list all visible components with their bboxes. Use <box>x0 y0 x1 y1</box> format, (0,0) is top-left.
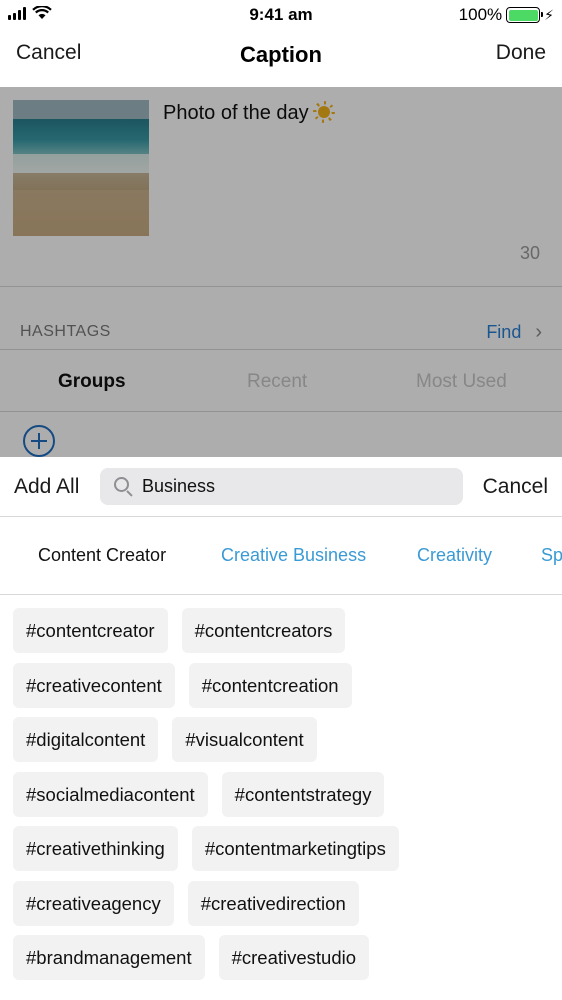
search-field[interactable] <box>100 468 463 505</box>
hashtag-chip[interactable]: #creativeagency <box>13 880 174 926</box>
category-creative-business[interactable]: Creative Business <box>221 545 366 566</box>
battery-percent: 100% <box>458 5 503 24</box>
hashtag-chip[interactable]: #creativedirection <box>187 880 359 926</box>
tab-most-used[interactable]: Most Used <box>416 371 507 393</box>
hashtag-chip[interactable]: #contentcreation <box>188 662 352 708</box>
divider <box>0 349 562 350</box>
hashtag-search-sheet: Add All Cancel Content Creator Creative … <box>0 457 562 1000</box>
category-tabs: Content Creator Creative Business Creati… <box>0 517 562 594</box>
add-all-button[interactable]: Add All <box>14 475 79 499</box>
divider <box>0 411 562 412</box>
search-icon <box>114 477 129 492</box>
sun-icon <box>313 101 335 123</box>
hashtag-chip[interactable]: #digitalcontent <box>13 717 159 762</box>
hashtag-chip[interactable]: #contentstrategy <box>221 771 385 817</box>
battery-status: 100% ⚡︎ <box>459 5 554 25</box>
tag-row: #contentcreator #contentcreators <box>13 608 553 653</box>
search-input[interactable] <box>142 468 452 505</box>
hashtag-chip[interactable]: #contentcreator <box>13 608 168 653</box>
tab-groups[interactable]: Groups <box>58 371 126 393</box>
chevron-right-icon: › <box>535 321 542 343</box>
tag-row: #brandmanagement #creativestudio <box>13 935 553 980</box>
tag-row: #creativecontent #contentcreation <box>13 662 553 708</box>
photo-thumbnail[interactable] <box>13 100 149 236</box>
charging-bolt-icon: ⚡︎ <box>544 6 554 23</box>
category-partial[interactable]: Sp <box>541 545 562 566</box>
hashtag-chip[interactable]: #creativecontent <box>13 662 175 708</box>
caption-editor: Photo of the day 30 HASHTAGS Find › Grou… <box>0 87 562 457</box>
caption-text: Photo of the day <box>163 102 309 124</box>
status-bar: 9:41 am 100% ⚡︎ <box>0 0 562 30</box>
hashtag-chip[interactable]: #contentmarketingtips <box>191 826 399 871</box>
hashtag-chip[interactable]: #visualcontent <box>172 717 317 762</box>
divider <box>0 594 562 595</box>
battery-fill <box>508 9 538 21</box>
hashtag-chip[interactable]: #creativethinking <box>13 826 178 871</box>
page-title: Caption <box>240 42 322 67</box>
tag-row: #creativeagency #creativedirection <box>13 880 553 926</box>
character-count: 30 <box>519 243 540 263</box>
category-content-creator[interactable]: Content Creator <box>38 545 166 566</box>
tag-row: #socialmediacontent #contentstrategy <box>13 771 553 817</box>
caption-input[interactable]: Photo of the day <box>163 101 335 125</box>
tag-row: #creativethinking #contentmarketingtips <box>13 826 553 871</box>
hashtag-chip[interactable]: #brandmanagement <box>13 935 205 980</box>
category-creativity[interactable]: Creativity <box>417 545 492 566</box>
search-cancel-button[interactable]: Cancel <box>483 475 548 499</box>
add-group-icon[interactable] <box>23 425 55 457</box>
hashtags-section-label: HASHTAGS <box>20 323 111 340</box>
find-hashtags-button[interactable]: Find › <box>486 321 542 344</box>
nav-bar: Cancel Caption Done <box>0 30 562 87</box>
divider <box>0 286 562 287</box>
tab-recent[interactable]: Recent <box>247 371 307 393</box>
hashtag-chip[interactable]: #contentcreators <box>181 608 346 653</box>
tag-row: #digitalcontent #visualcontent <box>13 717 553 762</box>
hashtag-list: #contentcreator #contentcreators #creati… <box>13 608 553 990</box>
hashtag-chip[interactable]: #creativestudio <box>218 935 370 980</box>
battery-icon <box>506 7 544 23</box>
find-label: Find <box>486 322 522 342</box>
hashtag-chip[interactable]: #socialmediacontent <box>13 771 208 817</box>
done-button[interactable]: Done <box>496 41 546 65</box>
